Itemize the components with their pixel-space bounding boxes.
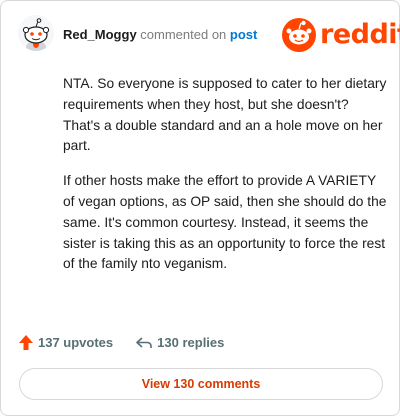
comment-actions: 137 upvotes 130 replies xyxy=(18,334,224,351)
reply-count: 130 replies xyxy=(157,335,225,350)
commented-on-label: commented on xyxy=(140,27,227,42)
reddit-logo[interactable]: reddit xyxy=(282,17,400,53)
post-link[interactable]: post xyxy=(230,27,257,42)
comment-paragraph-2: If other hosts make the effort to provid… xyxy=(63,173,387,272)
avatar[interactable] xyxy=(18,15,54,51)
reply-arrow-icon xyxy=(136,336,152,348)
upvote-count: 137 upvotes xyxy=(38,335,114,350)
comment-card: Red_Moggy commented on post reddit NTA. … xyxy=(0,0,400,416)
replies-button[interactable]: 130 replies xyxy=(135,335,224,350)
reddit-wordmark: reddit xyxy=(320,19,400,50)
reddit-snoo-icon xyxy=(282,18,316,52)
comment-body: NTA. So everyone is supposed to cater to… xyxy=(63,74,388,289)
comment-paragraph-1: NTA. So everyone is supposed to cater to… xyxy=(63,76,387,154)
arrow-up-icon xyxy=(19,335,33,350)
upvote-button[interactable]: 137 upvotes xyxy=(18,334,113,351)
snoo-avatar-icon xyxy=(18,15,54,51)
view-comments-button[interactable]: View 130 comments xyxy=(19,368,383,400)
username[interactable]: Red_Moggy xyxy=(63,27,137,42)
comment-header: Red_Moggy commented on post xyxy=(63,27,257,42)
